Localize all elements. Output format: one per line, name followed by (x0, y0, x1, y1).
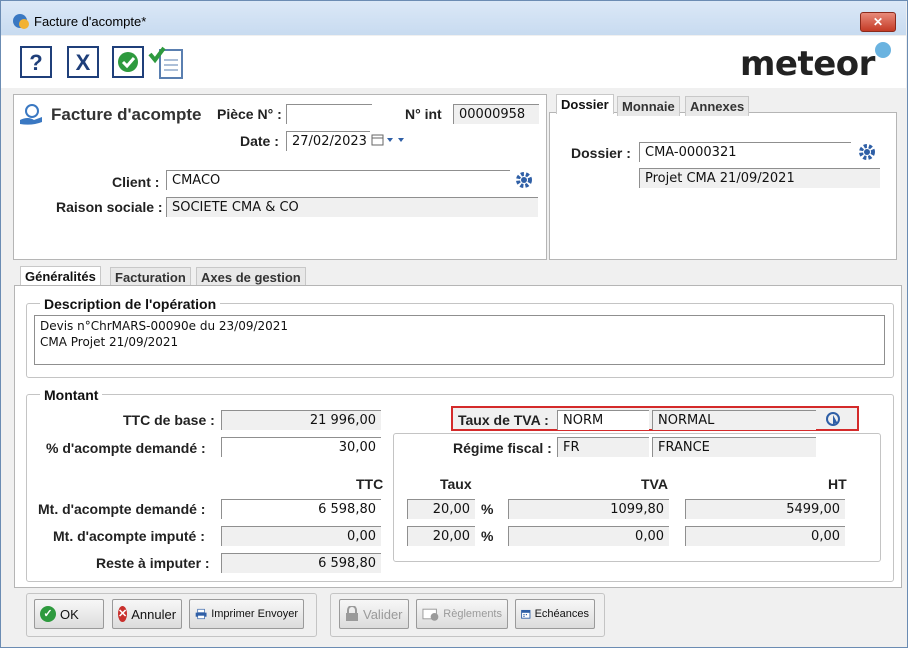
raison-label: Raison sociale : (56, 199, 163, 215)
annuler-button[interactable]: ✕ Annuler (112, 599, 182, 629)
gear-icon[interactable] (858, 143, 876, 161)
client-input[interactable]: CMACO (166, 170, 510, 190)
document-check-icon[interactable] (148, 44, 186, 80)
mt-impute-label: Mt. d'acompte imputé : (53, 528, 205, 544)
calendar-icon (521, 609, 531, 619)
reste-label: Reste à imputer : (96, 555, 210, 571)
dossier-label: Dossier : (571, 145, 631, 161)
pct-acompte-label: % d'acompte demandé : (46, 440, 206, 456)
tab-dossier[interactable]: Dossier (556, 94, 614, 114)
imprimer-envoyer-button[interactable]: Imprimer Envoyer (189, 599, 304, 629)
mt-demande-input[interactable]: 6 598,80 (221, 499, 381, 519)
window-title: Facture d'acompte* (34, 14, 147, 29)
mt-impute-field: 0,00 (221, 526, 381, 546)
lock-icon (346, 606, 358, 621)
help-button[interactable]: ? (20, 46, 52, 78)
ht-column-header: HT (828, 476, 847, 492)
close-button[interactable]: ✕ (860, 12, 896, 32)
taux-tva-label: Taux de TVA : (458, 412, 549, 428)
date-label: Date : (240, 133, 279, 149)
reglements-button[interactable]: Règlements (416, 599, 508, 629)
imprimer-label: Imprimer Envoyer (211, 608, 298, 620)
app-icon (13, 14, 29, 29)
ttc-base-field: 21 996,00 (221, 410, 381, 430)
mt-demande-label: Mt. d'acompte demandé : (38, 501, 206, 517)
tva-column-header: TVA (641, 476, 668, 492)
section-title: Facture d'acompte (51, 105, 202, 124)
invoice-hand-icon (20, 104, 42, 125)
tva-row-tva: 0,00 (508, 526, 669, 546)
validate-toolbar-button[interactable] (112, 46, 144, 78)
check-icon (118, 52, 138, 72)
date-input[interactable]: 27/02/2023 (286, 131, 370, 151)
tab-generalites[interactable]: Généralités (20, 266, 101, 286)
echeances-label: Echéances (534, 608, 589, 620)
tva-row-ht: 0,00 (685, 526, 845, 546)
check-icon: ✓ (40, 606, 56, 622)
echeances-button[interactable]: Echéances (515, 599, 595, 629)
valider-button[interactable]: Valider (339, 599, 409, 629)
tva-row-tva: 1099,80 (508, 499, 669, 519)
ok-label: OK (60, 606, 79, 622)
tab-annexes[interactable]: Annexes (685, 96, 750, 116)
annuler-label: Annuler (131, 606, 177, 622)
dossier-input[interactable]: CMA-0000321 (639, 142, 851, 162)
piece-input[interactable] (286, 104, 372, 124)
nint-label: N° int (405, 106, 442, 122)
reglements-label: Règlements (443, 608, 502, 620)
percent-sign: % (481, 501, 494, 517)
close-icon: ✕ (118, 606, 128, 622)
tab-axes-gestion[interactable]: Axes de gestion (196, 267, 306, 287)
ok-button[interactable]: ✓ OK (34, 599, 104, 629)
printer-icon (195, 608, 207, 620)
description-line: Devis n°ChrMARS-00090e du 23/09/2021 (40, 319, 289, 333)
tva-row-taux: 20,00 (407, 499, 475, 519)
calendar-dropdown-icon[interactable] (371, 133, 409, 147)
piece-label: Pièce N° : (217, 106, 282, 122)
taux-tva-code-input[interactable]: NORM (557, 410, 649, 430)
regime-code-field: FR (557, 437, 649, 457)
montant-title: Montant (40, 387, 103, 403)
tva-row-taux: 20,00 (407, 526, 475, 546)
percent-sign: % (481, 528, 494, 544)
regime-fiscal-label: Régime fiscal : (453, 440, 552, 456)
description-title: Description de l'opération (40, 296, 221, 312)
taux-tva-name-field: NORMAL (652, 410, 816, 430)
cancel-toolbar-button[interactable]: X (67, 46, 99, 78)
valider-label: Valider (363, 606, 403, 622)
brand-logo-text: meteor (740, 44, 875, 84)
tab-monnaie[interactable]: Monnaie (617, 96, 680, 116)
dossier-name-field: Projet CMA 21/09/2021 (639, 168, 880, 188)
brand-logo-mark (875, 42, 891, 58)
regime-name-field: FRANCE (652, 437, 816, 457)
description-line: CMA Projet 21/09/2021 (40, 335, 179, 349)
description-textarea[interactable]: Devis n°ChrMARS-00090e du 23/09/2021 CMA… (34, 315, 885, 365)
payment-icon (422, 608, 439, 621)
tva-row-ht: 5499,00 (685, 499, 845, 519)
reste-field: 6 598,80 (221, 553, 381, 573)
search-select-icon[interactable] (824, 410, 844, 428)
gear-icon[interactable] (515, 171, 533, 189)
pct-acompte-input[interactable]: 30,00 (221, 437, 381, 457)
nint-field: 00000958 (453, 104, 539, 124)
ttc-base-label: TTC de base : (123, 412, 215, 428)
taux-column-header: Taux (440, 476, 472, 492)
client-label: Client : (112, 174, 160, 190)
raison-field: SOCIETE CMA & CO (166, 197, 538, 217)
ttc-column-header: TTC (356, 476, 384, 492)
tab-facturation[interactable]: Facturation (110, 267, 191, 287)
